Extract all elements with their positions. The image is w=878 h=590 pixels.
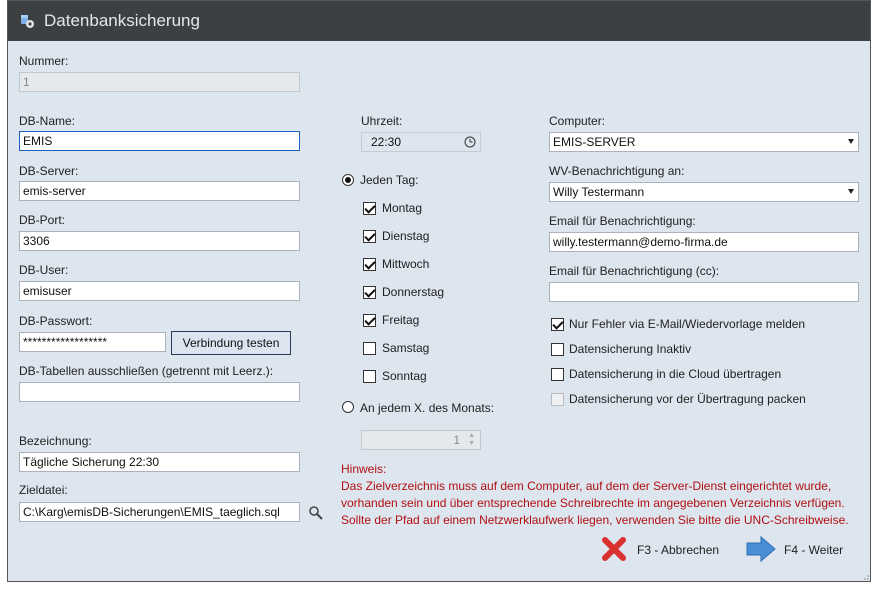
option-label: Datensicherung in die Cloud übertragen — [569, 367, 782, 381]
option-checkbox — [551, 393, 564, 406]
chevron-down-icon — [848, 189, 854, 194]
backup-dialog: Datenbanksicherung Nummer: 1 DB-Name: EM… — [7, 0, 871, 582]
every-day-radio[interactable] — [342, 174, 354, 186]
arrow-right-icon — [746, 535, 776, 563]
computer-select[interactable]: EMIS-SERVER — [549, 132, 859, 152]
computer-value: EMIS-SERVER — [553, 135, 636, 149]
uhrzeit-field[interactable]: 22:30 — [361, 132, 481, 152]
weekday-checkbox[interactable] — [363, 286, 376, 299]
weekday-label: Montag — [382, 201, 423, 215]
window-title: Datenbanksicherung — [44, 11, 200, 30]
weekday-label: Sonntag — [382, 369, 427, 383]
next-label: F4 - Weiter — [784, 543, 844, 557]
option-checkbox[interactable] — [551, 318, 564, 331]
computer-label: Computer: — [549, 114, 606, 128]
weekday-label: Donnerstag — [382, 285, 445, 299]
nummer-label: Nummer: — [19, 54, 69, 68]
db-passwort-label: DB-Passwort: — [19, 314, 93, 328]
hint-line: Sollte der Pfad auf einem Netzwerklaufwe… — [341, 513, 849, 527]
exclude-tables-label: DB-Tabellen ausschließen (getrennt mit L… — [19, 364, 274, 378]
email-cc-label: Email für Benachrichtigung (cc): — [549, 264, 720, 278]
monthly-day-stepper[interactable]: 1 ▲ ▼ — [361, 430, 481, 450]
hint-line: Das Zielverzeichnis muss auf dem Compute… — [341, 479, 832, 493]
monthly-label: An jedem X. des Monats: — [360, 401, 495, 415]
wv-value: Willy Testermann — [553, 185, 645, 199]
next-button[interactable]: F4 - Weiter — [745, 535, 855, 563]
weekday-checkbox[interactable] — [363, 370, 376, 383]
every-day-label: Jeden Tag: — [360, 173, 419, 187]
option-label: Datensicherung vor der Übertragung packe… — [569, 392, 806, 406]
test-connection-button[interactable]: Verbindung testen — [171, 331, 291, 355]
title-bar: Datenbanksicherung — [8, 1, 870, 41]
monthly-day-value: 1 — [453, 433, 460, 447]
clock-icon[interactable] — [464, 136, 476, 148]
exclude-tables-field[interactable] — [19, 382, 300, 402]
option-checkbox[interactable] — [551, 343, 564, 356]
email-cc-field[interactable] — [549, 282, 859, 302]
hint-line: vorhanden sein und über entsprechende Sc… — [341, 496, 845, 510]
db-user-field[interactable]: emisuser — [19, 281, 300, 301]
weekday-checkbox[interactable] — [363, 258, 376, 271]
db-user-label: DB-User: — [19, 263, 69, 277]
chevron-down-icon — [848, 139, 854, 144]
weekday-checkbox[interactable] — [363, 230, 376, 243]
bezeichnung-field[interactable]: Tägliche Sicherung 22:30 — [19, 452, 300, 472]
db-port-field[interactable]: 3306 — [19, 231, 300, 251]
db-port-label: DB-Port: — [19, 213, 66, 227]
resize-grip-icon[interactable] — [862, 573, 870, 581]
cancel-button[interactable]: F3 - Abbrechen — [600, 535, 730, 563]
option-label: Datensicherung Inaktiv — [569, 342, 692, 356]
bezeichnung-label: Bezeichnung: — [19, 434, 92, 448]
db-name-label: DB-Name: — [19, 114, 76, 128]
db-server-label: DB-Server: — [19, 164, 79, 178]
zieldatei-label: Zieldatei: — [19, 483, 68, 497]
uhrzeit-value: 22:30 — [371, 135, 402, 149]
wv-select[interactable]: Willy Testermann — [549, 182, 859, 202]
db-server-field[interactable]: emis-server — [19, 181, 300, 201]
database-settings-icon — [21, 15, 34, 28]
nummer-field[interactable]: 1 — [19, 72, 300, 92]
hint-box: Hinweis: Das Zielverzeichnis muss auf de… — [341, 461, 849, 529]
dialog-content: Nummer: 1 DB-Name: EMIS DB-Server: emis-… — [8, 41, 870, 581]
uhrzeit-label: Uhrzeit: — [361, 114, 403, 128]
weekday-checkbox[interactable] — [363, 342, 376, 355]
option-label: Nur Fehler via E-Mail/Wiedervorlage meld… — [569, 317, 806, 331]
weekday-label: Dienstag — [382, 229, 430, 243]
email-label: Email für Benachrichtigung: — [549, 214, 696, 228]
hint-title: Hinweis: — [341, 462, 387, 476]
zieldatei-field[interactable]: C:\Karg\emisDB-Sicherungen\EMIS_taeglich… — [19, 502, 300, 522]
wv-label: WV-Benachrichtigung an: — [549, 164, 685, 178]
search-icon[interactable] — [308, 505, 324, 521]
email-field[interactable]: willy.testermann@demo-firma.de — [549, 232, 859, 252]
weekday-label: Freitag — [382, 313, 420, 327]
db-passwort-field[interactable]: ****************** — [19, 332, 166, 352]
weekday-label: Mittwoch — [382, 257, 430, 271]
cancel-label: F3 - Abbrechen — [637, 543, 720, 557]
close-icon — [602, 537, 626, 561]
weekday-checkbox[interactable] — [363, 314, 376, 327]
db-name-field[interactable]: EMIS — [19, 131, 300, 151]
weekday-label: Samstag — [382, 341, 430, 355]
monthly-radio[interactable] — [342, 401, 354, 413]
weekday-checkbox[interactable] — [363, 202, 376, 215]
option-checkbox[interactable] — [551, 368, 564, 381]
stepper-arrows-icon[interactable]: ▲ ▼ — [468, 432, 475, 448]
